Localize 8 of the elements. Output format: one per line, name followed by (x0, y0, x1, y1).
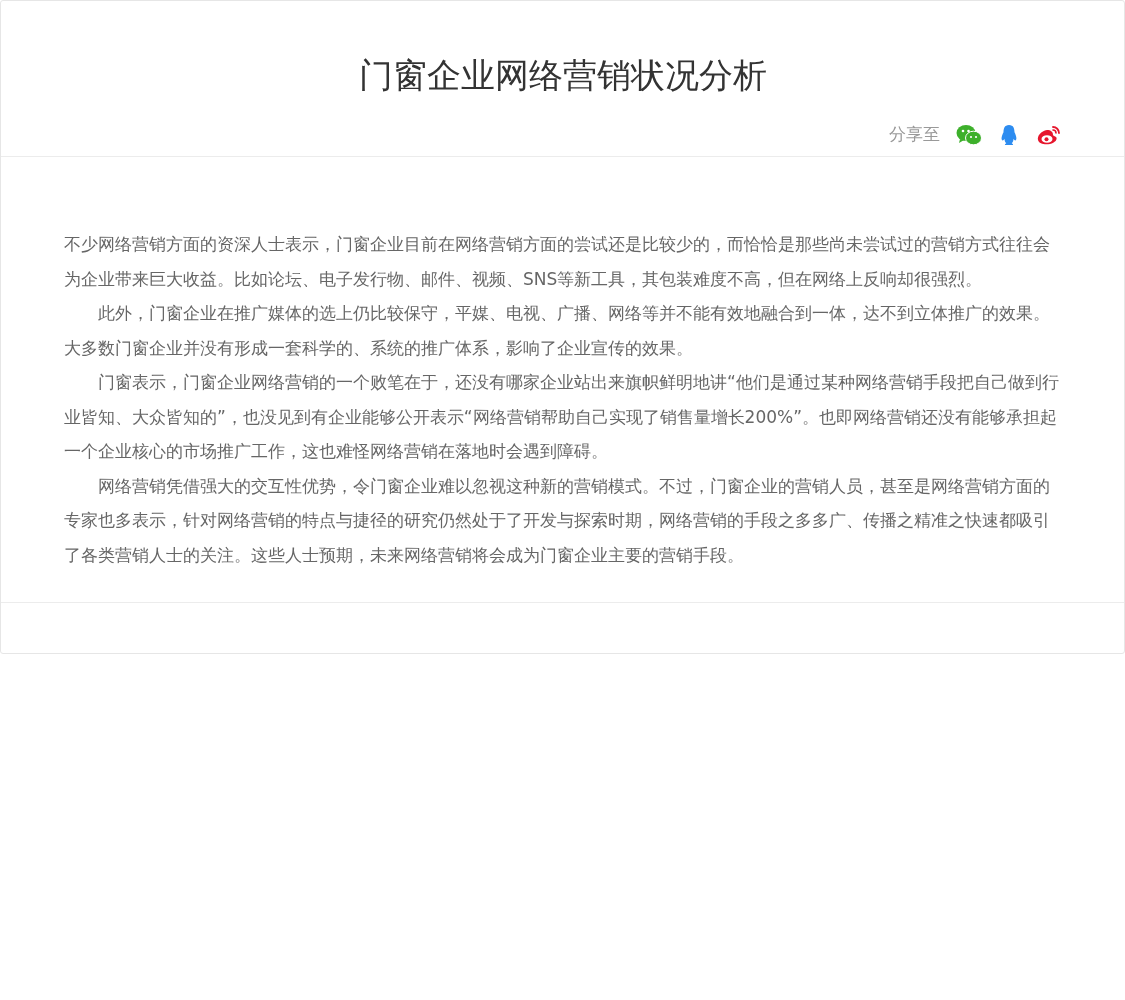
share-label: 分享至 (889, 123, 940, 146)
chat-bubbles-icon[interactable] (956, 123, 982, 146)
swirl-eye-icon[interactable] (1036, 123, 1062, 146)
paragraph: 此外，门窗企业在推广媒体的选上仍比较保守，平媒、电视、广播、网络等并不能有效地融合到一体，达不到立体推广的效果。大多数门窗企业并没有形成一套科学的、系统的推广体系，影响了企业宣传的效果。 (64, 302, 1051, 360)
article-title: 门窗企业网络营销状况分析 (357, 54, 768, 97)
paragraph: 网络营销凭借强大的交互性优势，令门窗企业难以忽视这种新的营销模式。不过，门窗企业的营销人员，甚至是网络营销方面的专家也多表示，针对网络营销的特点与捷径的研究仍然处于了开发与探索时期，网络营销的手段之多多广、传播之精准之快速都吸引了各类营销人士的关注。这些人士预期，未来网络营销将会成为门窗企业主要的营销手段。 (64, 474, 1051, 567)
paragraph: 门窗表示，门窗企业网络营销的一个败笔在于，还没有哪家企业站出来旗帜鲜明地讲“他们是通过某种网络营销手段把自己做到行业皆知、大众皆知的”，也没见到有企业能够公开表示“网络营销帮助自己实现了销售量增长200%”。也即网络营销还没有能够承担起一个企业核心的市场推广工作，这也难怪网络营销在落地时会遇到障碍。 (64, 371, 1060, 463)
paragraph: 不少网络营销方面的资深人士表示，门窗企业目前在网络营销方面的尝试还是比较少的，而恰恰是那些尚未尝试过的营销方式往往会为企业带来巨大收益。比如论坛、电子发行物、邮件、视频、SNS等新工具，其包装难度不高，但在网络上反响却很强烈。 (64, 233, 1051, 291)
